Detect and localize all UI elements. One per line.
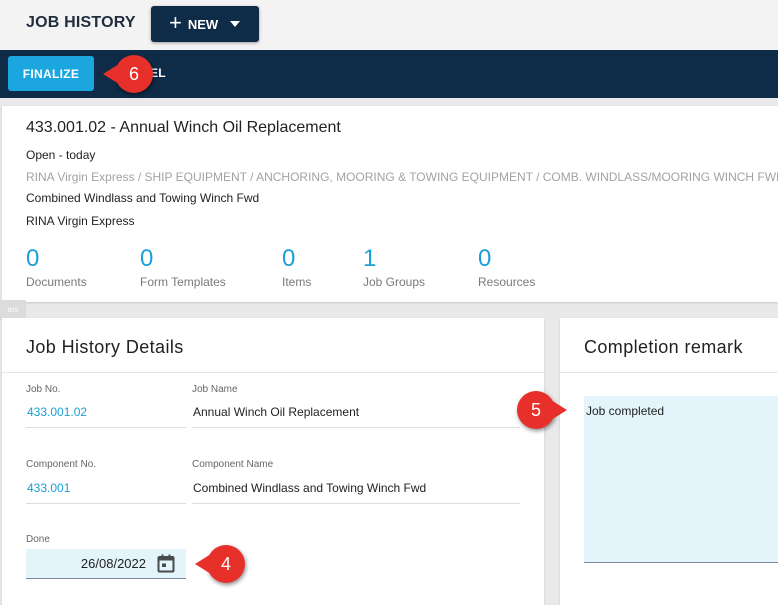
stat-value: 0 — [26, 245, 40, 272]
stat-label: Job Groups — [363, 275, 426, 289]
component-name-field: Combined Windlass and Towing Winch Fwd — [192, 481, 520, 504]
component-name: Combined Windlass and Towing Winch Fwd — [26, 191, 260, 205]
stat-value: 0 — [478, 245, 492, 272]
callout-badge-6: 6 — [103, 55, 153, 93]
calendar-icon[interactable] — [157, 554, 175, 573]
job-history-details-card: Job History Details Job No. 433.001.02 J… — [2, 318, 544, 605]
component-no-label: Component No. — [26, 459, 97, 470]
divider — [560, 372, 778, 373]
finalize-button[interactable]: FINALIZE — [8, 56, 94, 91]
job-summary-card: 433.001.02 - Annual Winch Oil Replacemen… — [2, 106, 778, 302]
done-label: Done — [26, 534, 50, 545]
callout-badge-4: 4 — [195, 545, 245, 583]
component-no-link[interactable]: 433.001 — [26, 481, 186, 504]
job-name-label: Job Name — [192, 384, 238, 395]
stat-items[interactable]: 0 Items — [282, 245, 312, 290]
plus-icon: + — [169, 10, 182, 35]
component-path: RINA Virgin Express / SHIP EQUIPMENT / A… — [26, 170, 778, 184]
job-no-label: Job No. — [26, 384, 61, 395]
remark-heading: Completion remark — [584, 337, 743, 357]
page-title: JOB HISTORY — [26, 14, 136, 31]
stat-documents[interactable]: 0 Documents — [26, 245, 87, 290]
new-button[interactable]: + NEW — [151, 6, 259, 42]
stat-value: 0 — [140, 245, 154, 272]
job-status: Open - today — [26, 148, 96, 162]
callout-badge-5: 5 — [517, 391, 567, 429]
new-button-label: NEW — [187, 16, 219, 32]
stat-label: Form Templates — [140, 275, 226, 289]
stat-job-groups[interactable]: 1 Job Groups — [363, 245, 426, 290]
stat-label: Documents — [26, 275, 87, 289]
stat-form-templates[interactable]: 0 Form Templates — [140, 245, 226, 290]
side-tag[interactable]: tics — [0, 300, 26, 320]
details-heading: Job History Details — [26, 337, 184, 357]
stat-resources[interactable]: 0 Resources — [478, 245, 536, 290]
stat-value: 1 — [363, 245, 377, 272]
stat-value: 0 — [282, 245, 296, 272]
stat-label: Resources — [478, 275, 536, 289]
divider — [2, 372, 544, 373]
stat-label: Items — [282, 275, 312, 289]
job-title: 433.001.02 - Annual Winch Oil Replacemen… — [26, 119, 341, 136]
completion-remark-card: Completion remark Job completed — [560, 318, 778, 605]
vessel-name: RINA Virgin Express — [26, 214, 135, 228]
job-name-field: Annual Winch Oil Replacement — [192, 405, 520, 428]
job-no-link[interactable]: 433.001.02 — [26, 405, 186, 428]
component-name-label: Component Name — [192, 459, 274, 470]
completion-remark-textarea[interactable]: Job completed — [584, 396, 778, 563]
chevron-down-icon — [230, 21, 241, 27]
